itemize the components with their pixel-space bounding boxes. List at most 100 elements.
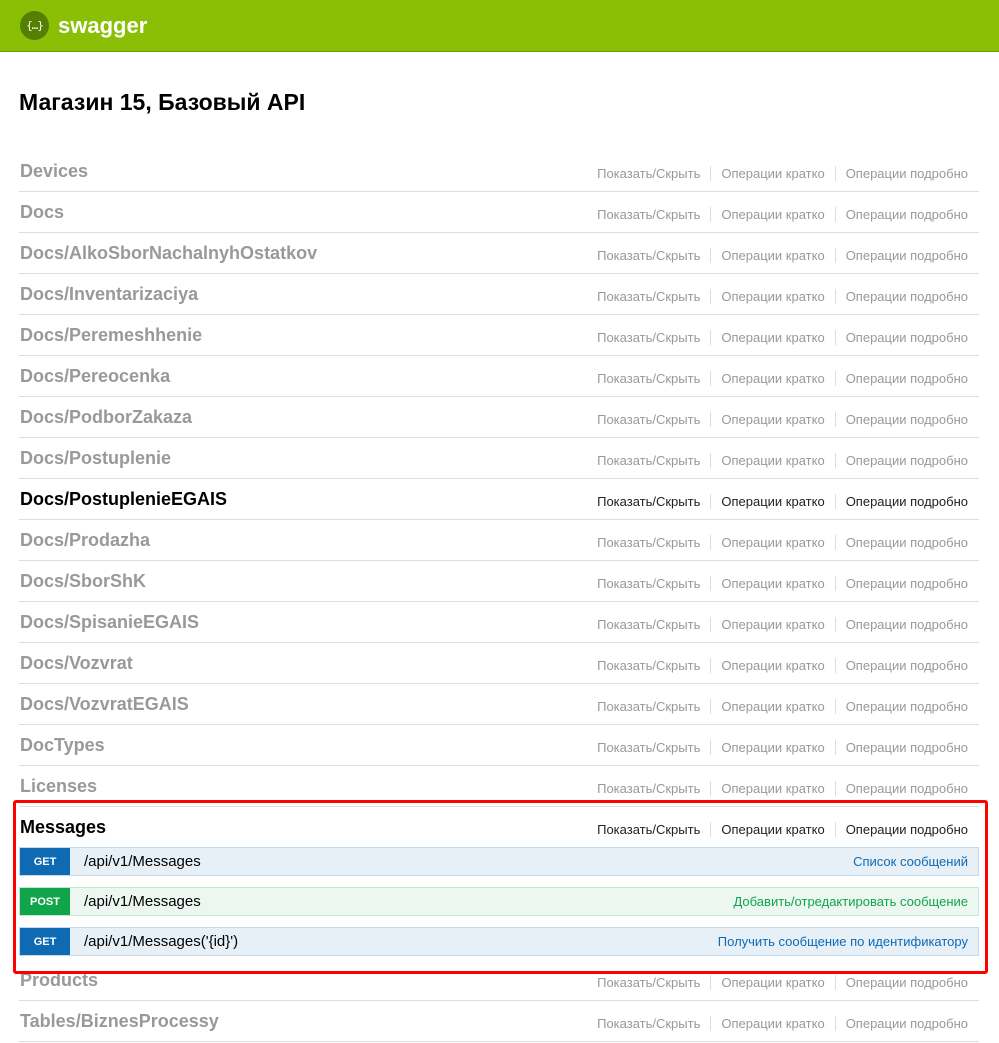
expand-operations-link[interactable]: Операции подробно xyxy=(846,248,968,263)
show-hide-link[interactable]: Показать/Скрыть xyxy=(597,658,700,673)
resource-name[interactable]: DocTypes xyxy=(19,735,105,756)
list-operations-link[interactable]: Операции кратко xyxy=(721,975,824,990)
expand-operations-link[interactable]: Операции подробно xyxy=(846,1016,968,1031)
show-hide-link[interactable]: Показать/Скрыть xyxy=(597,975,700,990)
operation-path[interactable]: /api/v1/Messages xyxy=(84,853,853,870)
divider xyxy=(710,288,712,304)
divider xyxy=(834,370,836,386)
expand-operations-link[interactable]: Операции подробно xyxy=(846,699,968,714)
expand-operations-link[interactable]: Операции подробно xyxy=(846,576,968,591)
resource-list: Devices Показать/Скрыть Операции кратко … xyxy=(19,151,979,1042)
top-bar: {…} swagger xyxy=(0,0,999,52)
resource-name[interactable]: Docs/Pereocenka xyxy=(19,366,170,387)
resource-docs-postuplenie: Docs/Postuplenie Показать/Скрыть Операци… xyxy=(19,438,979,479)
resource-name[interactable]: Docs xyxy=(19,202,64,223)
resource-name[interactable]: Docs/VozvratEGAIS xyxy=(19,694,189,715)
expand-operations-link[interactable]: Операции подробно xyxy=(846,494,968,509)
show-hide-link[interactable]: Показать/Скрыть xyxy=(597,781,700,796)
expand-operations-link[interactable]: Операции подробно xyxy=(846,822,968,837)
list-operations-link[interactable]: Операции кратко xyxy=(721,740,824,755)
expand-operations-link[interactable]: Операции подробно xyxy=(846,371,968,386)
divider xyxy=(834,247,836,263)
operation-post-messages[interactable]: POST /api/v1/Messages Добавить/отредакти… xyxy=(19,887,979,916)
list-operations-link[interactable]: Операции кратко xyxy=(721,576,824,591)
list-operations-link[interactable]: Операции кратко xyxy=(721,699,824,714)
expand-operations-link[interactable]: Операции подробно xyxy=(846,330,968,345)
divider xyxy=(710,493,712,509)
show-hide-link[interactable]: Показать/Скрыть xyxy=(597,535,700,550)
resource-name[interactable]: Products xyxy=(19,970,98,991)
show-hide-link[interactable]: Показать/Скрыть xyxy=(597,699,700,714)
resource-name[interactable]: Docs/Peremeshhenie xyxy=(19,325,202,346)
resource-name[interactable]: Docs/SborShK xyxy=(19,571,146,592)
resource-name[interactable]: Devices xyxy=(19,161,88,182)
expand-operations-link[interactable]: Операции подробно xyxy=(846,535,968,550)
expand-operations-link[interactable]: Операции подробно xyxy=(846,617,968,632)
list-operations-link[interactable]: Операции кратко xyxy=(721,1016,824,1031)
expand-operations-link[interactable]: Операции подробно xyxy=(846,453,968,468)
resource-name[interactable]: Docs/SpisanieEGAIS xyxy=(19,612,199,633)
show-hide-link[interactable]: Показать/Скрыть xyxy=(597,494,700,509)
operation-summary[interactable]: Получить сообщение по идентификатору xyxy=(718,934,978,949)
list-operations-link[interactable]: Операции кратко xyxy=(721,207,824,222)
resource-docs-podborzakaza: Docs/PodborZakaza Показать/Скрыть Операц… xyxy=(19,397,979,438)
operation-get-message-by-id[interactable]: GET /api/v1/Messages('{id}') Получить со… xyxy=(19,927,979,956)
show-hide-link[interactable]: Показать/Скрыть xyxy=(597,453,700,468)
show-hide-link[interactable]: Показать/Скрыть xyxy=(597,740,700,755)
list-operations-link[interactable]: Операции кратко xyxy=(721,330,824,345)
show-hide-link[interactable]: Показать/Скрыть xyxy=(597,166,700,181)
resource-name[interactable]: Messages xyxy=(19,817,106,838)
resource-name[interactable]: Docs/PostuplenieEGAIS xyxy=(19,489,227,510)
expand-operations-link[interactable]: Операции подробно xyxy=(846,740,968,755)
list-operations-link[interactable]: Операции кратко xyxy=(721,289,824,304)
expand-operations-link[interactable]: Операции подробно xyxy=(846,781,968,796)
resource-docs-pereocenka: Docs/Pereocenka Показать/Скрыть Операции… xyxy=(19,356,979,397)
resource-name[interactable]: Docs/AlkoSborNachalnyhOstatkov xyxy=(19,243,317,264)
http-method-badge[interactable]: GET xyxy=(20,848,70,875)
list-operations-link[interactable]: Операции кратко xyxy=(721,412,824,427)
list-operations-link[interactable]: Операции кратко xyxy=(721,248,824,263)
show-hide-link[interactable]: Показать/Скрыть xyxy=(597,576,700,591)
operation-get-messages[interactable]: GET /api/v1/Messages Список сообщений xyxy=(19,847,979,876)
show-hide-link[interactable]: Показать/Скрыть xyxy=(597,1016,700,1031)
resource-name[interactable]: Tables/BiznesProcessy xyxy=(19,1011,219,1032)
list-operations-link[interactable]: Операции кратко xyxy=(721,166,824,181)
list-operations-link[interactable]: Операции кратко xyxy=(721,371,824,386)
expand-operations-link[interactable]: Операции подробно xyxy=(846,975,968,990)
show-hide-link[interactable]: Показать/Скрыть xyxy=(597,289,700,304)
show-hide-link[interactable]: Показать/Скрыть xyxy=(597,371,700,386)
show-hide-link[interactable]: Показать/Скрыть xyxy=(597,207,700,222)
operation-path[interactable]: /api/v1/Messages('{id}') xyxy=(84,933,718,950)
list-operations-link[interactable]: Операции кратко xyxy=(721,658,824,673)
list-operations-link[interactable]: Операции кратко xyxy=(721,535,824,550)
expand-operations-link[interactable]: Операции подробно xyxy=(846,412,968,427)
show-hide-link[interactable]: Показать/Скрыть xyxy=(597,412,700,427)
list-operations-link[interactable]: Операции кратко xyxy=(721,781,824,796)
divider xyxy=(710,575,712,591)
list-operations-link[interactable]: Операции кратко xyxy=(721,494,824,509)
show-hide-link[interactable]: Показать/Скрыть xyxy=(597,822,700,837)
http-method-badge[interactable]: POST xyxy=(20,888,70,915)
http-method-badge[interactable]: GET xyxy=(20,928,70,955)
expand-operations-link[interactable]: Операции подробно xyxy=(846,658,968,673)
operation-path[interactable]: /api/v1/Messages xyxy=(84,893,733,910)
resource-name[interactable]: Docs/Inventarizaciya xyxy=(19,284,198,305)
expand-operations-link[interactable]: Операции подробно xyxy=(846,207,968,222)
list-operations-link[interactable]: Операции кратко xyxy=(721,617,824,632)
list-operations-link[interactable]: Операции кратко xyxy=(721,822,824,837)
operation-summary[interactable]: Добавить/отредактировать сообщение xyxy=(733,894,978,909)
show-hide-link[interactable]: Показать/Скрыть xyxy=(597,330,700,345)
brand-name[interactable]: swagger xyxy=(58,13,147,39)
resource-name[interactable]: Docs/Vozvrat xyxy=(19,653,133,674)
expand-operations-link[interactable]: Операции подробно xyxy=(846,289,968,304)
resource-name[interactable]: Docs/Postuplenie xyxy=(19,448,171,469)
list-operations-link[interactable]: Операции кратко xyxy=(721,453,824,468)
resource-name[interactable]: Docs/PodborZakaza xyxy=(19,407,192,428)
show-hide-link[interactable]: Показать/Скрыть xyxy=(597,248,700,263)
operation-summary[interactable]: Список сообщений xyxy=(853,854,978,869)
show-hide-link[interactable]: Показать/Скрыть xyxy=(597,617,700,632)
resource-name[interactable]: Licenses xyxy=(19,776,97,797)
expand-operations-link[interactable]: Операции подробно xyxy=(846,166,968,181)
resource-name[interactable]: Docs/Prodazha xyxy=(19,530,150,551)
divider xyxy=(710,616,712,632)
